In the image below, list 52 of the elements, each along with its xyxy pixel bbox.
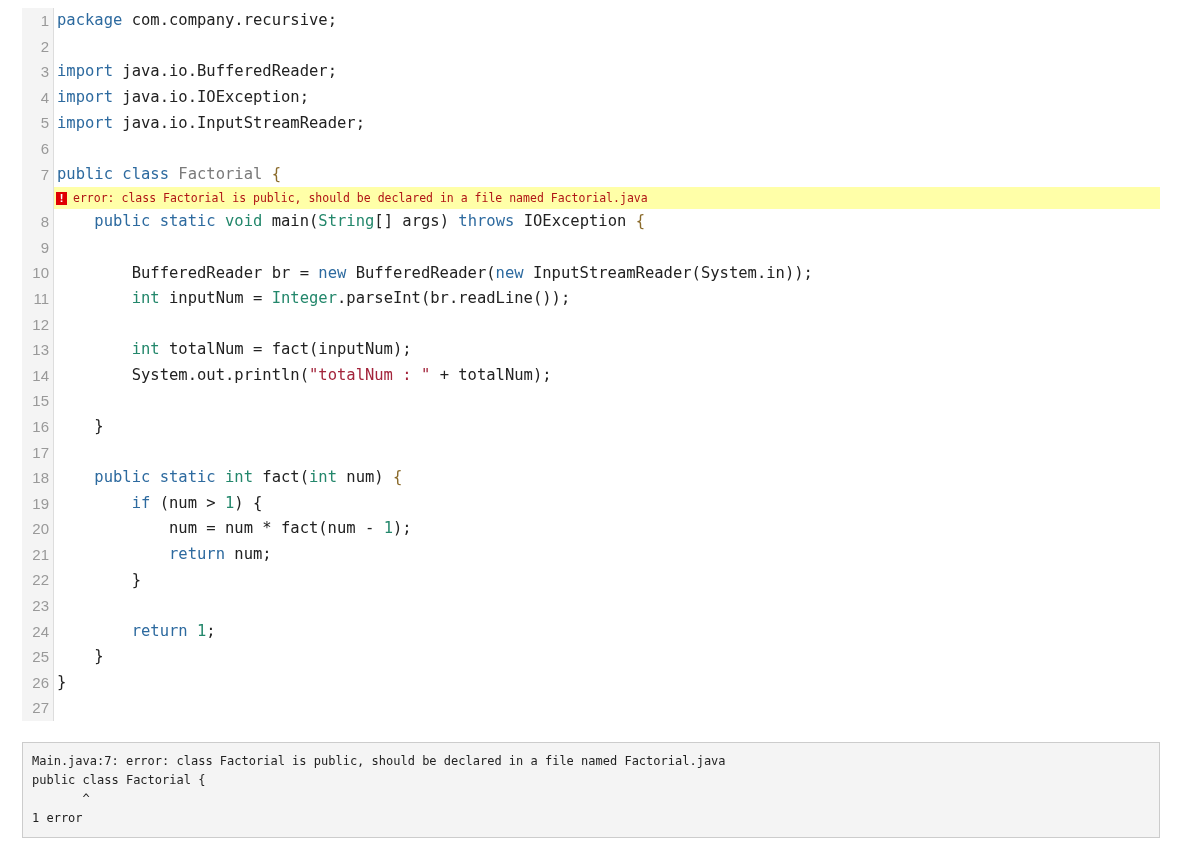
- error-icon: !: [56, 191, 67, 205]
- line-number: 26: [22, 669, 54, 696]
- code-line: package com.company.recursive;: [56, 10, 337, 32]
- code-line: if (num > 1) {: [130, 492, 263, 514]
- line-number: 11: [22, 285, 54, 312]
- line-number: 3: [22, 59, 54, 85]
- line-number: 5: [22, 110, 54, 136]
- line-number: 21: [22, 541, 54, 568]
- code-line: return 1;: [130, 620, 216, 642]
- line-number: 27: [22, 695, 54, 722]
- code-line: System.out.println("totalNum : " + totalNum);: [130, 364, 552, 386]
- code-line: num = num * fact(num - 1);: [167, 518, 412, 540]
- output-line: ^: [81, 791, 91, 809]
- line-number: 7: [22, 161, 54, 188]
- code-line: }: [93, 646, 104, 668]
- code-line: import java.io.IOException;: [56, 86, 309, 108]
- line-number: 22: [22, 567, 54, 594]
- code-line: return num;: [167, 544, 272, 566]
- code-line: import java.io.BufferedReader;: [56, 61, 337, 83]
- line-number: 23: [22, 593, 54, 619]
- code-line: }: [56, 672, 67, 693]
- line-number: 8: [22, 209, 54, 235]
- line-number: 13: [22, 337, 54, 363]
- line-number: 19: [22, 490, 54, 517]
- line-number: 18: [22, 465, 54, 491]
- line-number: 9: [22, 234, 54, 261]
- code-line: public class Factorial {: [56, 163, 281, 185]
- output-line: public class Factorial {: [32, 772, 207, 790]
- line-number: 1: [22, 8, 54, 34]
- error-message: error: class Factorial is public, should be declared in a file named Factorial.java: [73, 189, 648, 207]
- line-number: 20: [22, 516, 54, 542]
- code-line: BufferedReader br = new BufferedReader(new InputStreamReader(System.in));: [130, 262, 813, 284]
- output-line: Main.java:7: error: class Factorial is public, should be declared in a file named Factorial.java: [32, 753, 727, 771]
- code-line: public static int fact(int num) {: [93, 467, 403, 489]
- code-line: int totalNum = fact(inputNum);: [130, 339, 412, 361]
- line-number: 14: [22, 362, 54, 389]
- line-number: 2: [22, 33, 54, 60]
- line-number: 4: [22, 84, 54, 111]
- line-number: 25: [22, 644, 54, 670]
- line-number: 6: [22, 135, 54, 162]
- code-line: public static void main(String[] args) throws IOException {: [93, 211, 645, 233]
- code-line: }: [93, 416, 104, 438]
- line-number: 16: [22, 413, 54, 440]
- code-line: import java.io.InputStreamReader;: [56, 112, 365, 134]
- line-number: 12: [22, 311, 54, 338]
- code-line: }: [130, 569, 141, 591]
- line-number: 24: [22, 618, 54, 645]
- code-line: int inputNum = Integer.parseInt(br.readLine());: [130, 288, 571, 310]
- line-number: 17: [22, 439, 54, 466]
- output-line: 1 error: [32, 810, 84, 828]
- line-number: 10: [22, 260, 54, 286]
- line-number: 15: [22, 388, 54, 414]
